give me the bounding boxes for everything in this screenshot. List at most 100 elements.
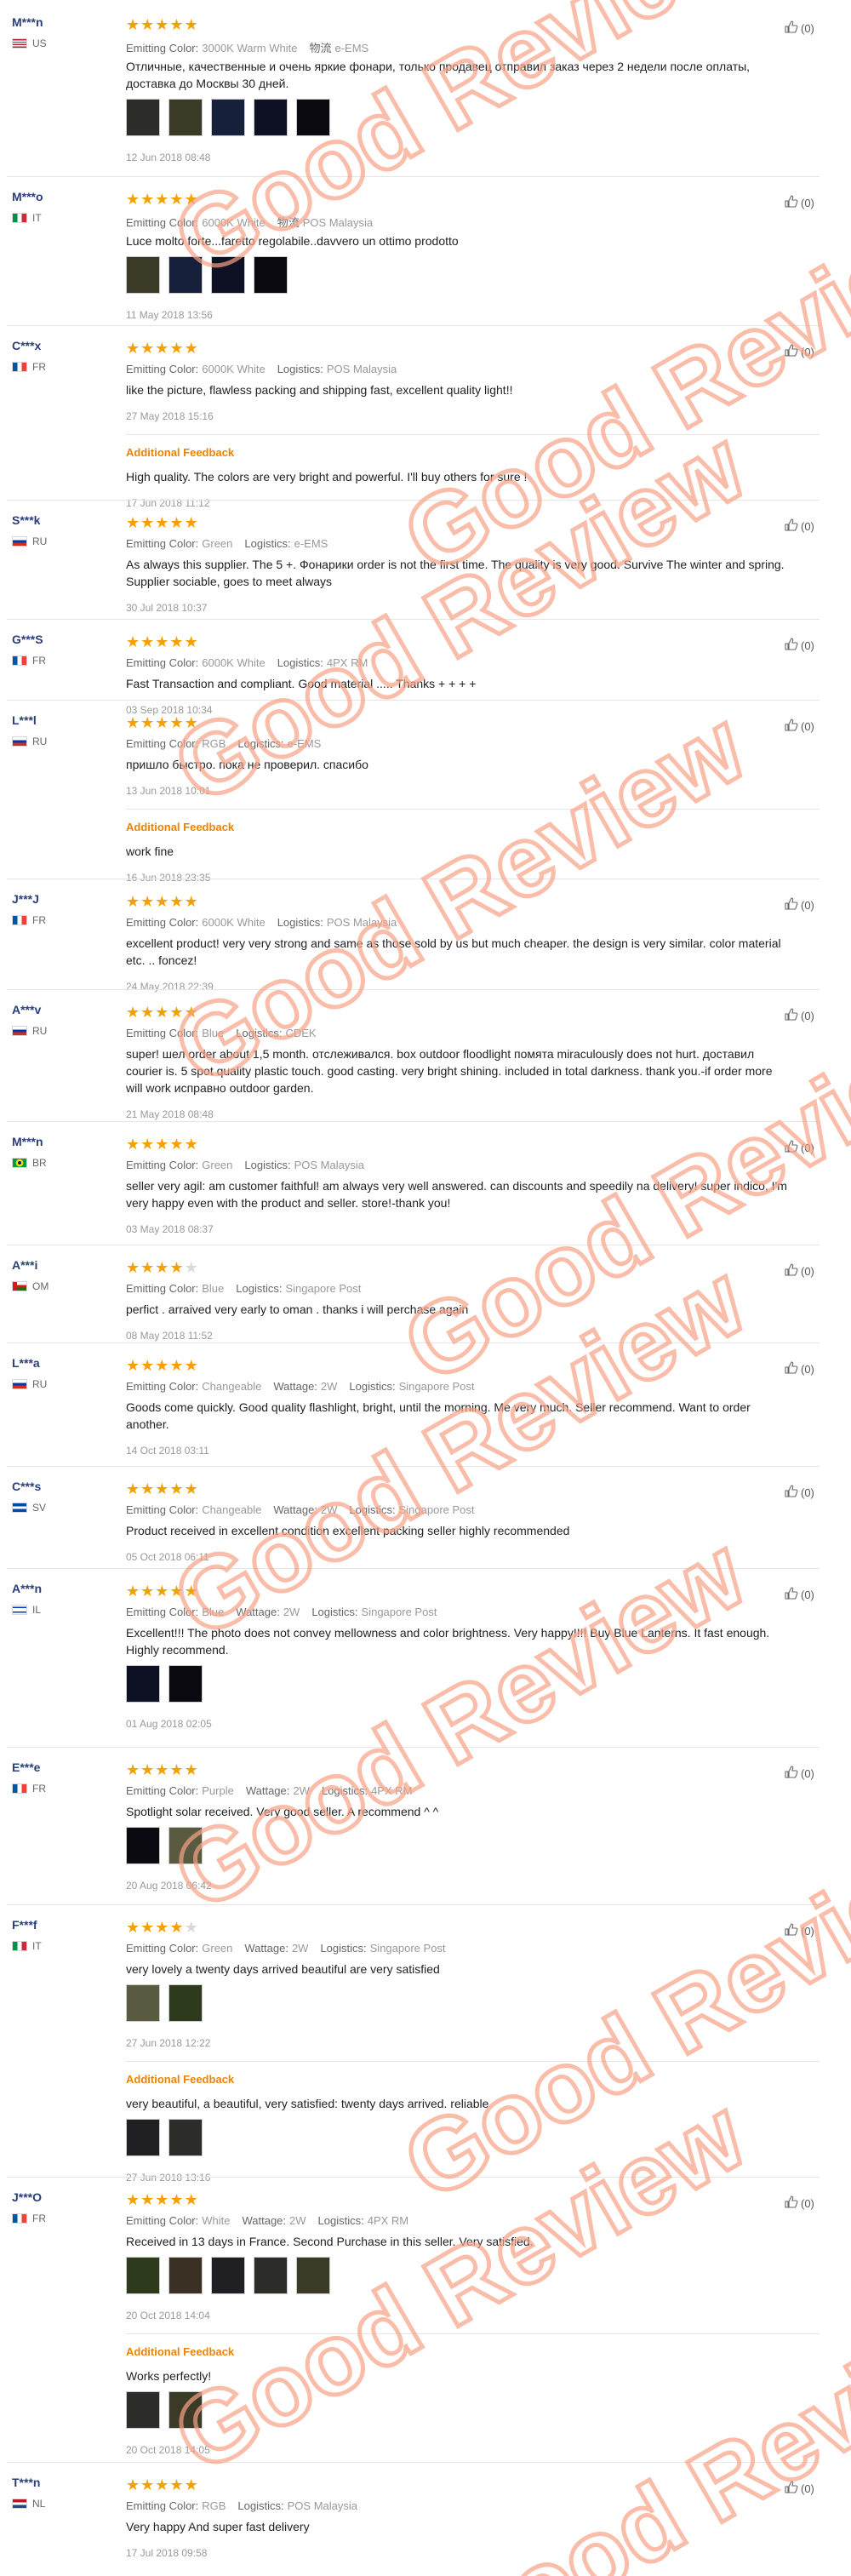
review-photo[interactable] — [211, 256, 245, 294]
like-button[interactable]: (0) — [785, 195, 814, 210]
flag-om-icon — [12, 1281, 27, 1291]
star-icon: ★ — [155, 1357, 170, 1374]
reviewer-name[interactable]: E***e — [12, 1760, 40, 1774]
review-photo[interactable] — [168, 99, 203, 136]
like-button[interactable]: (0) — [785, 1263, 814, 1279]
review-photo[interactable] — [168, 2257, 203, 2294]
like-button[interactable]: (0) — [785, 1766, 814, 1781]
like-button[interactable]: (0) — [785, 1485, 814, 1500]
like-count: (0) — [801, 2482, 814, 2495]
star-rating: ★★★★★ — [126, 1260, 199, 1275]
review-text-line: another. — [126, 1417, 169, 1431]
review-photo[interactable] — [254, 2257, 288, 2294]
reviewer-name[interactable]: G***S — [12, 633, 43, 646]
review-photo[interactable] — [211, 99, 245, 136]
reviewer-name[interactable]: S***k — [12, 513, 40, 527]
reviewer-name[interactable]: A***i — [12, 1258, 37, 1272]
star-rating: ★★★★★ — [126, 634, 199, 650]
star-rating: ★★★★★ — [126, 1583, 199, 1599]
star-rating: ★★★★★ — [126, 2477, 199, 2493]
like-count: (0) — [801, 1766, 814, 1780]
review-photo[interactable] — [126, 2391, 160, 2429]
reviewer-name[interactable]: L***l — [12, 713, 37, 727]
review-text-line: perfict . arraived very early to oman . … — [126, 1302, 469, 1316]
reviewer-name[interactable]: M***n — [12, 15, 43, 29]
reviewer-country: RU — [12, 736, 47, 747]
star-icon: ★ — [169, 191, 185, 208]
like-button[interactable]: (0) — [785, 638, 814, 653]
review-photo[interactable] — [126, 2119, 160, 2156]
review-date: 21 May 2018 08:48 — [126, 1108, 214, 1120]
like-button[interactable]: (0) — [785, 344, 814, 359]
reviewer-name[interactable]: L***a — [12, 1356, 40, 1370]
review-attributes: Emitting Color: 6000K White 物流 POS Malaysia — [126, 214, 385, 230]
review-photo[interactable] — [126, 99, 160, 136]
review-photo[interactable] — [126, 1984, 160, 2022]
like-button[interactable]: (0) — [785, 897, 814, 913]
like-button[interactable]: (0) — [785, 718, 814, 734]
review-photo[interactable] — [211, 2257, 245, 2294]
reviewer-name[interactable]: F***f — [12, 1918, 37, 1932]
flag-sv-icon — [12, 1503, 27, 1513]
review-photo[interactable] — [254, 99, 288, 136]
review-photo[interactable] — [168, 256, 203, 294]
like-button[interactable]: (0) — [785, 1361, 814, 1377]
reviewer-name[interactable]: T***n — [12, 2476, 40, 2489]
review-attributes: Emitting Color: Blue Logistics: CDEK — [126, 1027, 328, 1039]
attribute-label: Emitting Color: — [126, 737, 199, 750]
star-icon: ★ — [169, 1480, 185, 1497]
attribute-label: Emitting Color: — [126, 656, 199, 669]
attribute-label: Emitting Color: — [126, 537, 199, 550]
reviewer-name[interactable]: C***x — [12, 339, 41, 352]
star-icon: ★ — [155, 16, 170, 33]
reviewer-name[interactable]: A***n — [12, 1582, 42, 1595]
like-button[interactable]: (0) — [785, 2481, 814, 2496]
reviewer-name[interactable]: A***v — [12, 1003, 41, 1016]
attribute-value: Blue — [202, 1606, 225, 1618]
watermark-text: Good Review — [156, 1516, 763, 1932]
review-text-line: Goods come quickly. Good quality flashli… — [126, 1400, 751, 1414]
attribute-value: Singapore Post — [398, 1380, 475, 1393]
attribute-value: RGB — [202, 2499, 226, 2512]
review-photo[interactable] — [168, 1984, 203, 2022]
review-photo[interactable] — [168, 1665, 203, 1703]
review-date: 27 May 2018 15:16 — [126, 410, 214, 422]
review-photo[interactable] — [254, 256, 288, 294]
additional-feedback-text: very beautiful, a beautiful, very satisf… — [126, 2095, 815, 2112]
reviewer-name[interactable]: J***J — [12, 892, 39, 906]
reviewer-name[interactable]: M***o — [12, 190, 43, 203]
like-button[interactable]: (0) — [785, 2195, 814, 2211]
attribute-label: Wattage: — [242, 2214, 287, 2227]
review-photo[interactable] — [168, 2119, 203, 2156]
review-photo[interactable] — [296, 99, 330, 136]
reviewer-country: IT — [12, 212, 42, 224]
like-button[interactable]: (0) — [785, 20, 814, 36]
like-button[interactable]: (0) — [785, 1140, 814, 1155]
review-date: 20 Aug 2018 06:42 — [126, 1880, 212, 1892]
like-button[interactable]: (0) — [785, 1923, 814, 1938]
review-photo[interactable] — [296, 2257, 330, 2294]
like-button[interactable]: (0) — [785, 1008, 814, 1023]
star-icon: ★ — [126, 2191, 141, 2208]
thumbs-up-icon — [785, 1008, 801, 1023]
review-text-line: As always this supplier. The 5 +. Фонари… — [126, 558, 785, 571]
reviewer-name[interactable]: M***n — [12, 1135, 43, 1148]
attribute-value: 6000K White — [202, 656, 266, 669]
review-photo[interactable] — [126, 1665, 160, 1703]
review-photo[interactable] — [168, 2391, 203, 2429]
review-photo[interactable] — [126, 2257, 160, 2294]
star-rating: ★★★★★ — [126, 341, 199, 356]
country-code: FR — [32, 361, 46, 373]
reviewer-name[interactable]: J***O — [12, 2190, 42, 2204]
star-icon: ★ — [140, 1761, 156, 1778]
review-photo[interactable] — [126, 256, 160, 294]
attribute-label: Logistics: — [321, 1784, 368, 1797]
review-photo[interactable] — [168, 1827, 203, 1864]
like-button[interactable]: (0) — [785, 518, 814, 534]
reviewer-name[interactable]: C***s — [12, 1480, 41, 1493]
thumbs-up-icon — [785, 344, 801, 359]
review-photos — [126, 1984, 203, 2022]
review-text: Luce molto forte...faretto regolabile..d… — [126, 232, 815, 249]
like-button[interactable]: (0) — [785, 1587, 814, 1602]
review-photo[interactable] — [126, 1827, 160, 1864]
